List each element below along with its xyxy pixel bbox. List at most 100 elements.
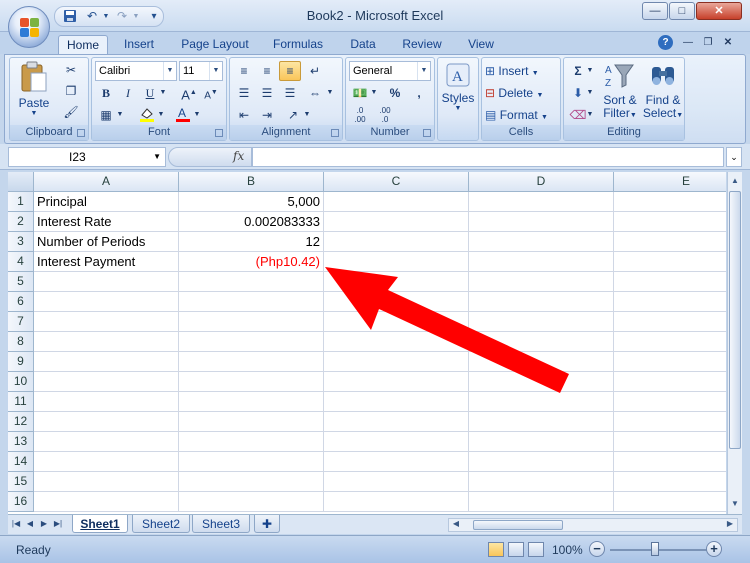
cell-d10[interactable]: [469, 372, 614, 392]
cell-e3[interactable]: [614, 232, 726, 252]
cell-d16[interactable]: [469, 492, 614, 512]
cell-a13[interactable]: [34, 432, 179, 452]
insert-cells-button[interactable]: ⊞ Insert ▼: [485, 61, 559, 81]
orientation-dropdown-icon[interactable]: ▼: [302, 105, 312, 125]
column-header-c[interactable]: C: [324, 172, 469, 192]
sheet-tab-sheet3[interactable]: Sheet3: [192, 515, 250, 533]
cell-a1[interactable]: Principal: [34, 192, 179, 212]
cell-a7[interactable]: [34, 312, 179, 332]
delete-cells-dropdown-icon[interactable]: ▼: [536, 92, 543, 99]
paste-dropdown-icon[interactable]: ▼: [16, 110, 52, 117]
close-button[interactable]: ✕: [696, 2, 742, 20]
comma-style-icon[interactable]: ,: [408, 83, 430, 103]
workbook-minimize-button[interactable]: —: [680, 35, 696, 50]
align-left-icon[interactable]: ☰: [233, 83, 255, 103]
cell-e9[interactable]: [614, 352, 726, 372]
sort-filter-dropdown-icon[interactable]: ▼: [630, 112, 637, 119]
row-header[interactable]: 5: [8, 272, 34, 292]
number-launcher-icon[interactable]: [423, 129, 431, 137]
cell-c12[interactable]: [324, 412, 469, 432]
row-header[interactable]: 11: [8, 392, 34, 412]
cell-b12[interactable]: [179, 412, 324, 432]
fill-dropdown-icon[interactable]: ▼: [585, 83, 595, 103]
row-header[interactable]: 8: [8, 332, 34, 352]
vertical-scrollbar[interactable]: ▲ ▼: [727, 172, 742, 514]
row-header[interactable]: 7: [8, 312, 34, 332]
row-header[interactable]: 3: [8, 232, 34, 252]
decrease-indent-icon[interactable]: ⇤: [233, 105, 255, 125]
sort-filter-button[interactable]: A Z Sort & Filter▼: [600, 61, 640, 123]
font-launcher-icon[interactable]: [215, 129, 223, 137]
cell-c11[interactable]: [324, 392, 469, 412]
zoom-slider-thumb[interactable]: [651, 542, 659, 556]
cell-c15[interactable]: [324, 472, 469, 492]
font-color-dropdown-icon[interactable]: ▼: [192, 105, 202, 125]
cell-b1[interactable]: 5,000: [179, 192, 324, 212]
cell-e6[interactable]: [614, 292, 726, 312]
cell-e14[interactable]: [614, 452, 726, 472]
font-name-dropdown-icon[interactable]: ▼: [163, 62, 176, 80]
format-cells-button[interactable]: ▤ Format ▼: [485, 105, 559, 125]
autosum-dropdown-icon[interactable]: ▼: [585, 61, 595, 81]
merge-dropdown-icon[interactable]: ▼: [325, 83, 335, 103]
scroll-right-icon[interactable]: ▶: [723, 517, 737, 531]
name-box[interactable]: I23 ▼: [8, 147, 166, 167]
align-right-icon[interactable]: ☰: [279, 83, 301, 103]
cell-a6[interactable]: [34, 292, 179, 312]
cell-b9[interactable]: [179, 352, 324, 372]
cell-c3[interactable]: [324, 232, 469, 252]
cell-b10[interactable]: [179, 372, 324, 392]
cell-e4[interactable]: [614, 252, 726, 272]
copy-icon[interactable]: ❐: [60, 81, 82, 101]
number-format-dropdown-icon[interactable]: ▼: [417, 62, 430, 80]
italic-button[interactable]: I: [117, 83, 139, 103]
formula-input[interactable]: [252, 147, 724, 167]
find-select-dropdown-icon[interactable]: ▼: [676, 112, 683, 119]
expand-formula-bar-icon[interactable]: ⌄: [726, 147, 742, 167]
row-header[interactable]: 10: [8, 372, 34, 392]
zoom-in-icon[interactable]: +: [706, 541, 722, 557]
cell-d13[interactable]: [469, 432, 614, 452]
cell-b11[interactable]: [179, 392, 324, 412]
help-icon[interactable]: ?: [658, 35, 673, 50]
sheet-tab-sheet1[interactable]: Sheet1: [72, 515, 128, 533]
cell-b2[interactable]: 0.002083333: [179, 212, 324, 232]
tab-view[interactable]: View: [461, 35, 501, 54]
row-header[interactable]: 6: [8, 292, 34, 312]
row-header[interactable]: 13: [8, 432, 34, 452]
cell-d11[interactable]: [469, 392, 614, 412]
workbook-restore-button[interactable]: ❐: [700, 35, 716, 50]
column-header-b[interactable]: B: [179, 172, 324, 192]
grow-font-icon[interactable]: A▲: [178, 83, 200, 103]
row-header[interactable]: 12: [8, 412, 34, 432]
shrink-font-icon[interactable]: A▼: [200, 83, 222, 103]
cell-e16[interactable]: [614, 492, 726, 512]
decrease-decimal-icon[interactable]: .00.0: [374, 105, 396, 125]
align-middle-icon[interactable]: ≡: [256, 61, 278, 81]
cell-c4[interactable]: [324, 252, 469, 272]
row-header[interactable]: 1: [8, 192, 34, 212]
first-sheet-icon[interactable]: |◀: [10, 517, 22, 531]
format-painter-icon[interactable]: 🖌: [60, 102, 82, 122]
cell-b3[interactable]: 12: [179, 232, 324, 252]
cell-d4[interactable]: [469, 252, 614, 272]
cell-d5[interactable]: [469, 272, 614, 292]
cell-d9[interactable]: [469, 352, 614, 372]
normal-view-icon[interactable]: [488, 542, 504, 557]
office-button[interactable]: [8, 6, 50, 48]
cell-d1[interactable]: [469, 192, 614, 212]
cell-e12[interactable]: [614, 412, 726, 432]
align-bottom-icon[interactable]: ≡: [279, 61, 301, 81]
cell-e11[interactable]: [614, 392, 726, 412]
cell-d12[interactable]: [469, 412, 614, 432]
tab-formulas[interactable]: Formulas: [268, 35, 328, 54]
cell-e15[interactable]: [614, 472, 726, 492]
cell-d6[interactable]: [469, 292, 614, 312]
scroll-down-icon[interactable]: ▼: [728, 496, 742, 512]
cell-e2[interactable]: [614, 212, 726, 232]
cell-c6[interactable]: [324, 292, 469, 312]
sheet-tab-sheet2[interactable]: Sheet2: [132, 515, 190, 533]
cell-d14[interactable]: [469, 452, 614, 472]
tab-page-layout[interactable]: Page Layout: [178, 35, 252, 54]
cell-e1[interactable]: [614, 192, 726, 212]
